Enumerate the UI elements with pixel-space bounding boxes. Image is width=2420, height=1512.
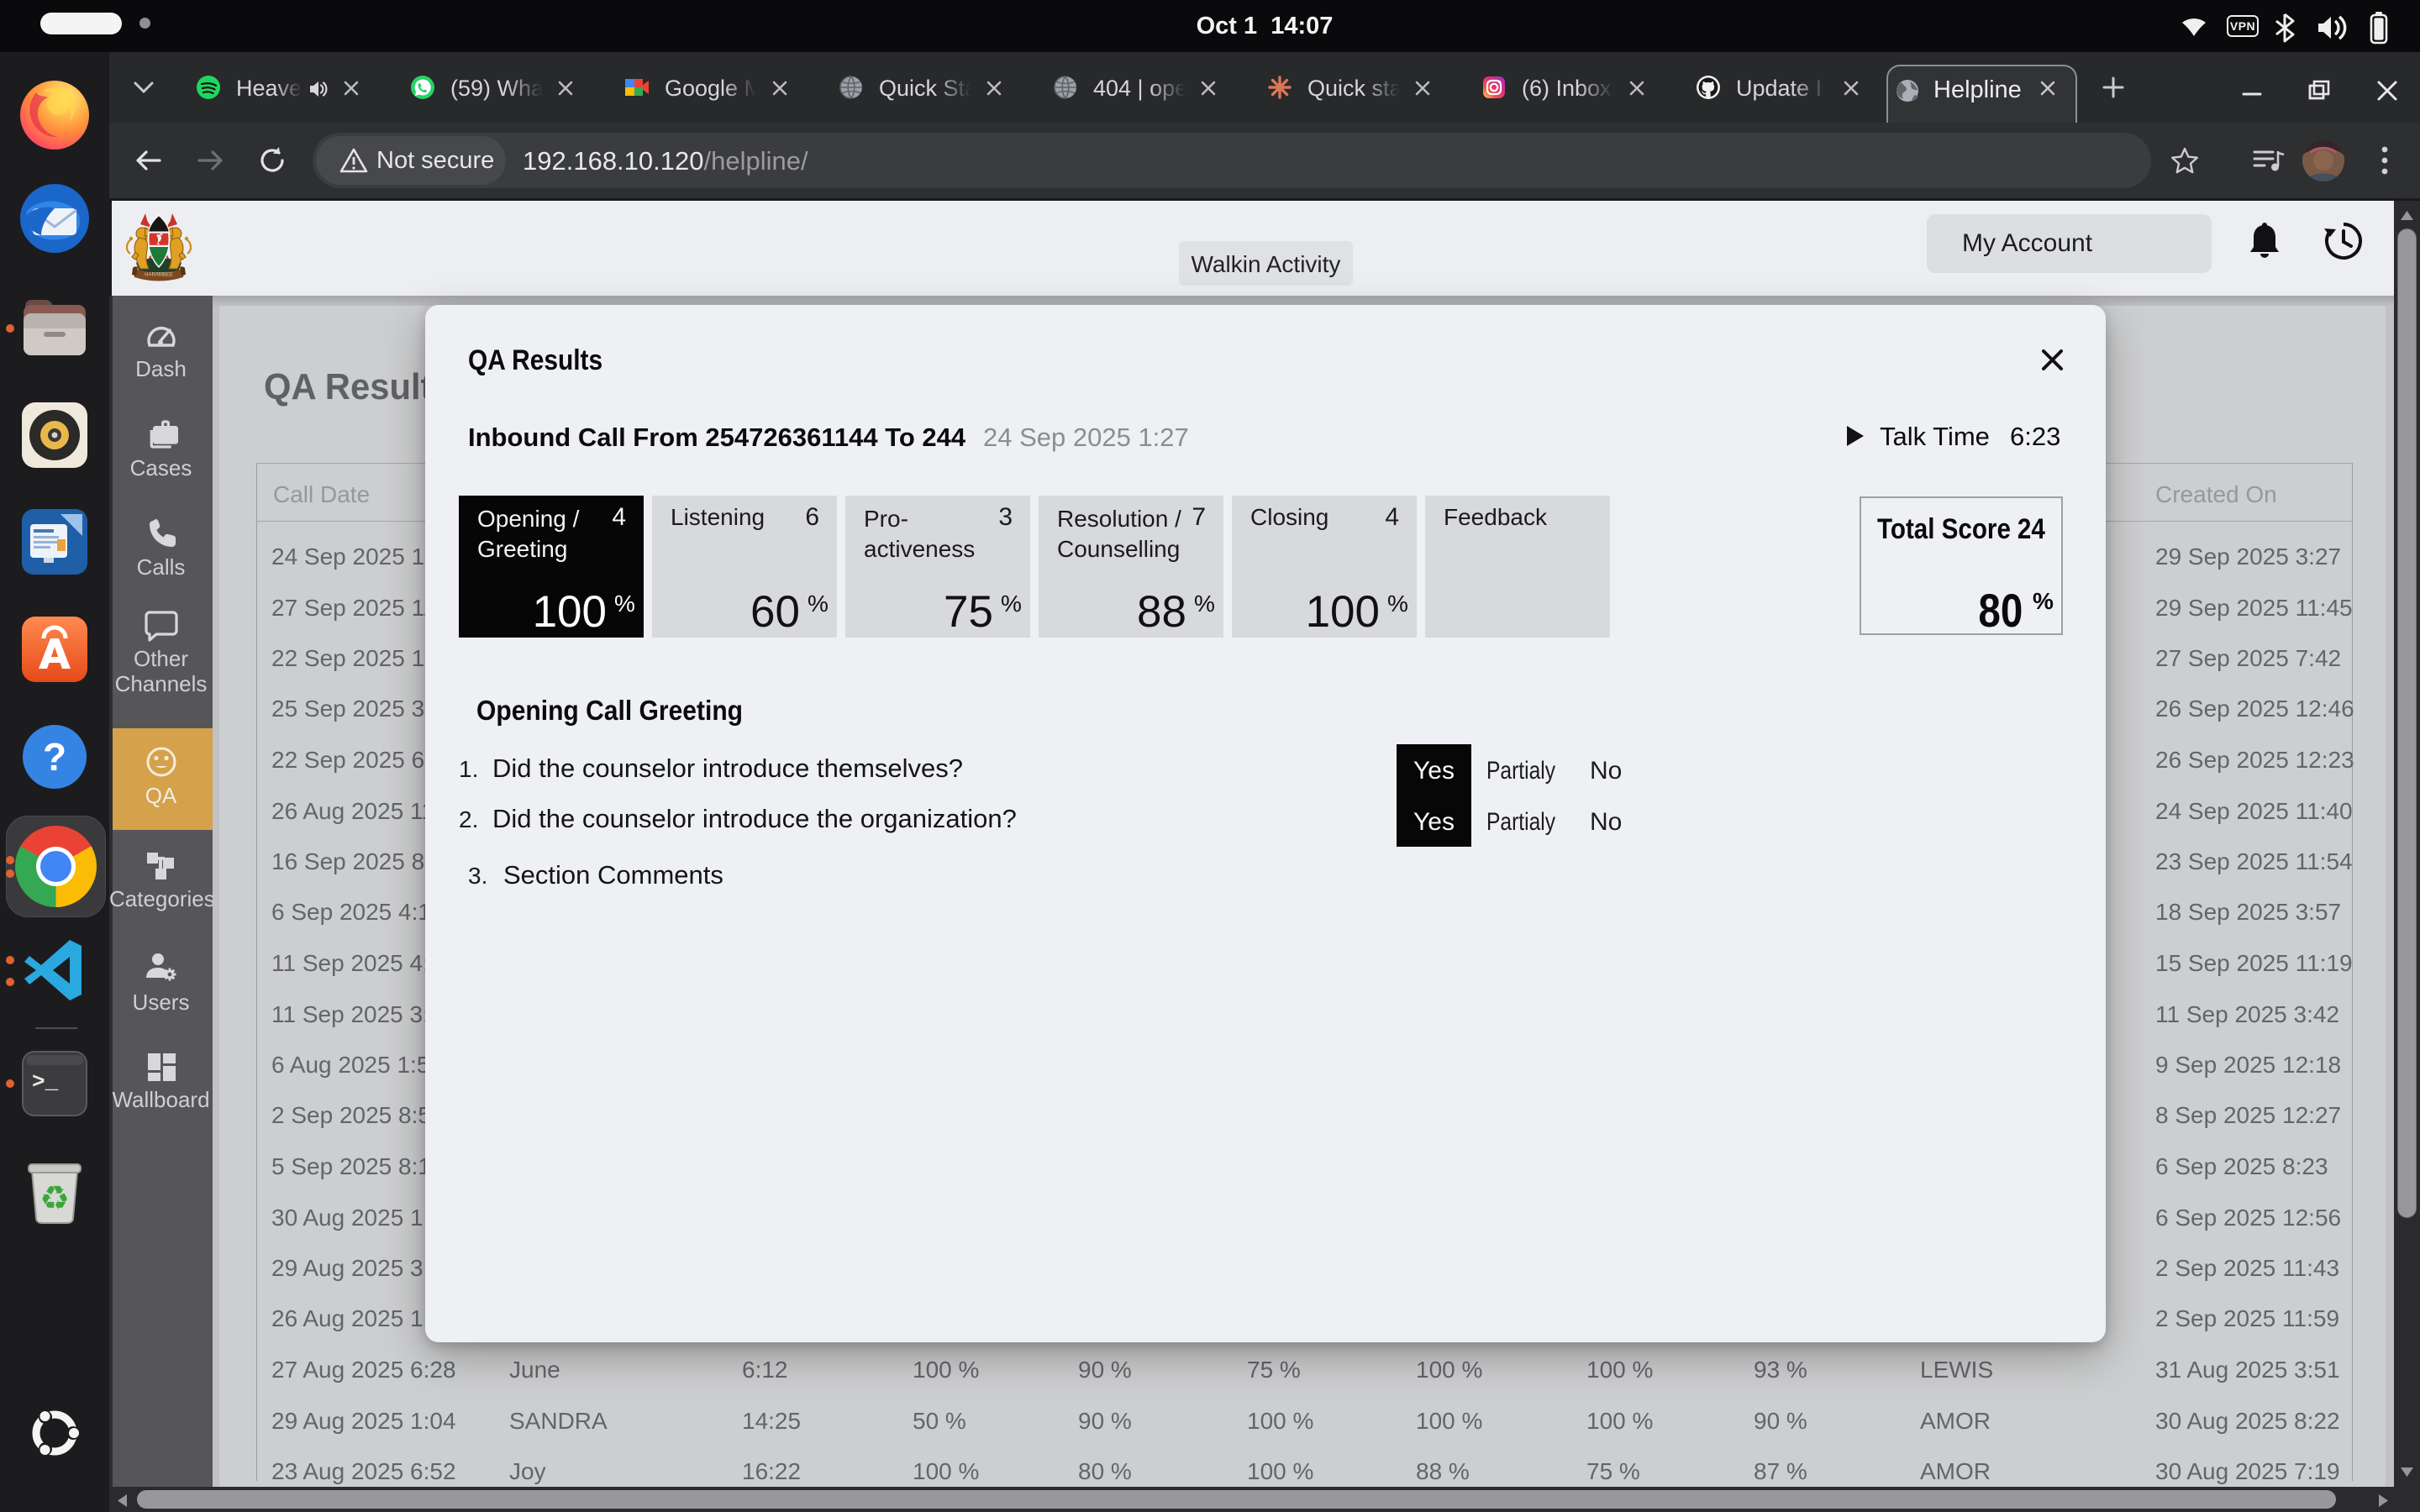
svg-text:♻: ♻: [39, 1180, 70, 1217]
svg-text:>_: >_: [32, 1069, 59, 1095]
svg-text:HARAMBEE: HARAMBEE: [145, 273, 173, 278]
svg-text:?: ?: [43, 735, 66, 779]
